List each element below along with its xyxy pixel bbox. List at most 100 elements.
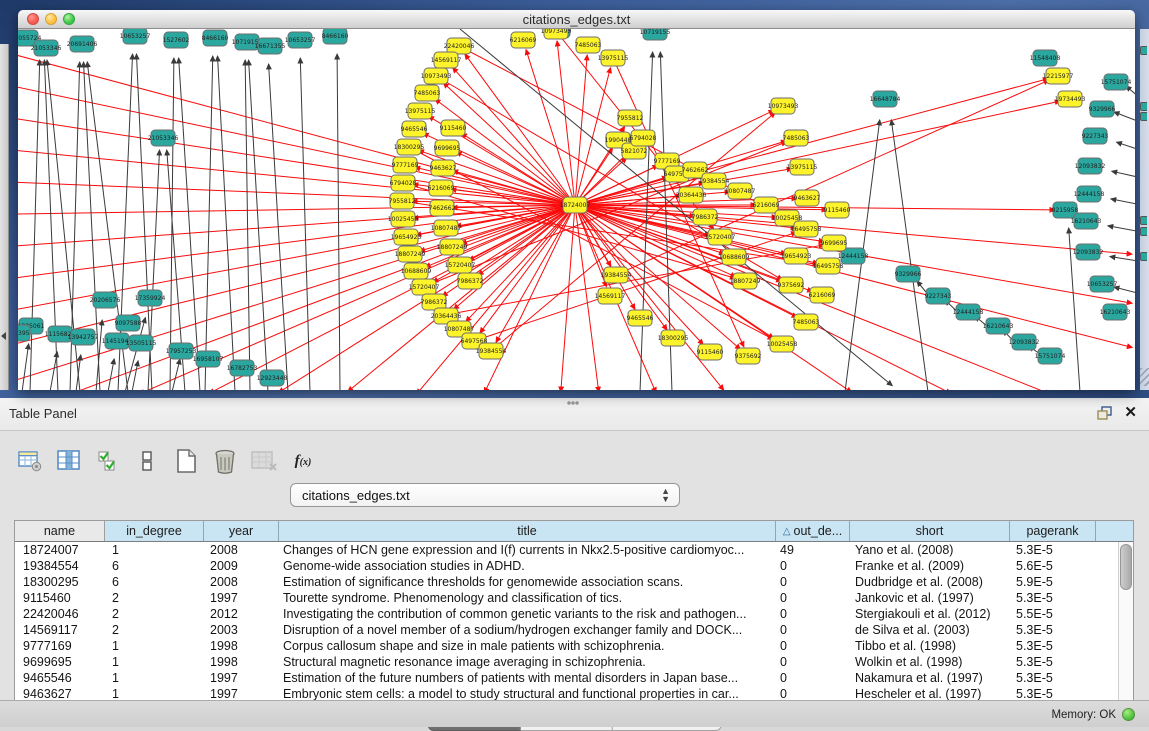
table-cell[interactable]: 5.9E-5 <box>1010 574 1096 590</box>
graph-node-teal[interactable]: 21053346 <box>148 130 179 146</box>
table-select-dropdown[interactable]: citations_edges.txt ▲▼ <box>290 483 680 507</box>
graph-node-teal[interactable]: 15751074 <box>1035 348 1066 364</box>
table-cell[interactable]: 2 <box>105 622 204 638</box>
table-cell[interactable]: 2009 <box>204 558 279 574</box>
graph-node-teal[interactable]: 16782753 <box>227 360 258 376</box>
table-cell[interactable]: 0 <box>776 574 850 590</box>
table-row[interactable]: 1872400712008Changes of HCN gene express… <box>15 542 1133 558</box>
citation-edge-black[interactable] <box>22 344 29 390</box>
table-cell[interactable]: 22420046 <box>15 606 105 622</box>
graph-node-yellow[interactable]: 9375692 <box>778 277 805 293</box>
citation-edge-red[interactable] <box>557 41 575 205</box>
table-cell[interactable]: de Silva et al. (2003) <box>850 622 1010 638</box>
graph-node-yellow[interactable]: 18807249 <box>730 273 761 289</box>
citation-edge-black[interactable] <box>148 150 160 390</box>
citation-edge-red[interactable] <box>453 67 575 205</box>
graph-node-yellow[interactable]: 6216069 <box>753 197 780 213</box>
citation-edge-black[interactable] <box>132 361 138 390</box>
table-cell[interactable]: 1998 <box>204 654 279 670</box>
graph-node-yellow[interactable]: 9115460 <box>440 120 467 136</box>
graph-node-teal[interactable]: 9227343 <box>1082 128 1109 144</box>
graph-node-yellow[interactable]: 9463627 <box>430 160 457 176</box>
table-cell[interactable]: 0 <box>776 606 850 622</box>
graph-node-yellow[interactable]: 13975115 <box>405 103 436 119</box>
table-cell[interactable]: Nakamura et al. (1997) <box>850 670 1010 686</box>
graph-node-teal[interactable]: 12444158 <box>1074 186 1105 202</box>
citation-edge-black[interactable] <box>249 60 268 390</box>
graph-node-yellow[interactable]: 19734493 <box>1055 91 1086 107</box>
citation-edge-black[interactable] <box>1108 226 1135 232</box>
graph-node-yellow[interactable]: 10688609 <box>719 249 750 265</box>
graph-node-yellow[interactable]: 10807487 <box>431 220 462 236</box>
table-cell[interactable]: Estimation of the future numbers of pati… <box>279 670 776 686</box>
table-row[interactable]: 946554611997Estimation of the future num… <box>15 670 1133 686</box>
table-cell[interactable]: Disruption of a novel member of a sodium… <box>279 622 776 638</box>
table-cell[interactable]: Estimation of significance thresholds fo… <box>279 574 776 590</box>
table-cell[interactable]: 2012 <box>204 606 279 622</box>
table-cell[interactable]: 5.3E-5 <box>1010 590 1096 606</box>
graph-node-teal[interactable]: 13942757 <box>68 329 99 345</box>
graph-node-yellow[interactable]: 13975115 <box>598 50 629 66</box>
graph-node-teal[interactable]: 16210643 <box>983 318 1014 334</box>
graph-node-teal[interactable]: 20691406 <box>67 36 98 52</box>
graph-node-yellow[interactable]: 9115460 <box>824 202 851 218</box>
graph-node-yellow[interactable]: 15720407 <box>445 257 476 273</box>
graph-node-yellow[interactable]: 6216069 <box>809 287 836 303</box>
graph-node-teal[interactable]: 12093832 <box>1009 334 1040 350</box>
graph-node-teal[interactable]: 10653257 <box>120 29 151 44</box>
table-cell[interactable]: 9115460 <box>15 590 105 606</box>
graph-node-yellow[interactable]: 9699695 <box>434 140 461 156</box>
citation-edge-black[interactable] <box>891 120 928 390</box>
citation-edge-black[interactable] <box>172 359 180 390</box>
graph-node-yellow[interactable]: 9115460 <box>697 344 724 360</box>
show-hide-columns-icon[interactable] <box>55 447 83 475</box>
graph-node-teal[interactable]: 16210643 <box>1100 304 1131 320</box>
table-cell[interactable]: 1 <box>105 638 204 654</box>
citation-edge-red[interactable] <box>561 205 575 390</box>
graph-node-yellow[interactable]: 18300295 <box>394 139 425 155</box>
graph-node-yellow[interactable]: 7986372 <box>692 209 719 225</box>
citation-edge-black[interactable] <box>218 56 235 390</box>
function-builder-icon[interactable]: f(x) <box>289 447 317 475</box>
selection-checkboxes-icon[interactable] <box>94 447 122 475</box>
graph-node-yellow[interactable]: 10025458 <box>767 336 798 352</box>
memory-status-icon[interactable] <box>1122 708 1135 721</box>
citation-edge-black[interactable] <box>1114 287 1135 295</box>
graph-node-yellow[interactable]: 6216069 <box>510 32 537 48</box>
column-header-out_de[interactable]: △out_de... <box>776 521 850 541</box>
hub-node[interactable]: 18724007 <box>560 197 591 213</box>
graph-node-teal[interactable]: 8466160 <box>322 29 349 44</box>
graph-node-teal[interactable]: 8466160 <box>202 30 229 46</box>
graph-node-yellow[interactable]: 9463627 <box>794 190 821 206</box>
column-header-year[interactable]: year <box>204 521 279 541</box>
graph-node-yellow[interactable]: 14569117 <box>595 288 626 304</box>
graph-node-yellow[interactable]: 7986372 <box>457 273 484 289</box>
table-cell[interactable]: Wolkin et al. (1998) <box>850 654 1010 670</box>
graph-node-yellow[interactable]: 20364436 <box>676 187 707 203</box>
table-cell[interactable]: Investigating the contribution of common… <box>279 606 776 622</box>
graph-node-yellow[interactable]: 7955812 <box>389 193 416 209</box>
graph-node-teal[interactable]: 21053346 <box>31 40 62 56</box>
table-row[interactable]: 977716911998Corpus callosum shape and si… <box>15 638 1133 654</box>
table-cell[interactable]: 5.6E-5 <box>1010 558 1096 574</box>
column-header-name[interactable]: name <box>15 521 105 541</box>
graph-node-teal[interactable]: 10719155 <box>640 29 671 40</box>
splitter-handle[interactable] <box>566 400 580 406</box>
graph-node-teal[interactable]: 1527602 <box>163 32 190 48</box>
table-cell[interactable]: Structural magnetic resonance image aver… <box>279 654 776 670</box>
collapsed-panel-divider[interactable] <box>0 44 9 390</box>
new-table-icon[interactable] <box>172 447 200 475</box>
table-row[interactable]: 2242004622012Investigating the contribut… <box>15 606 1133 622</box>
table-cell[interactable]: 1 <box>105 670 204 686</box>
table-row[interactable]: 969969511998Structural magnetic resonanc… <box>15 654 1133 670</box>
graph-node-yellow[interactable]: 10807487 <box>725 183 756 199</box>
table-options-icon[interactable] <box>16 447 44 475</box>
graph-node-teal[interactable]: 10653257 <box>1087 276 1118 292</box>
graph-node-yellow[interactable]: 19384554 <box>601 267 632 283</box>
table-row[interactable]: 1456911722003Disruption of a novel membe… <box>15 622 1133 638</box>
vertical-scrollbar[interactable] <box>1118 542 1133 701</box>
graph-node-teal[interactable]: 12923448 <box>257 370 288 386</box>
table-cell[interactable]: 5.3E-5 <box>1010 670 1096 686</box>
trash-icon[interactable] <box>211 447 239 475</box>
table-cell[interactable]: 0 <box>776 558 850 574</box>
